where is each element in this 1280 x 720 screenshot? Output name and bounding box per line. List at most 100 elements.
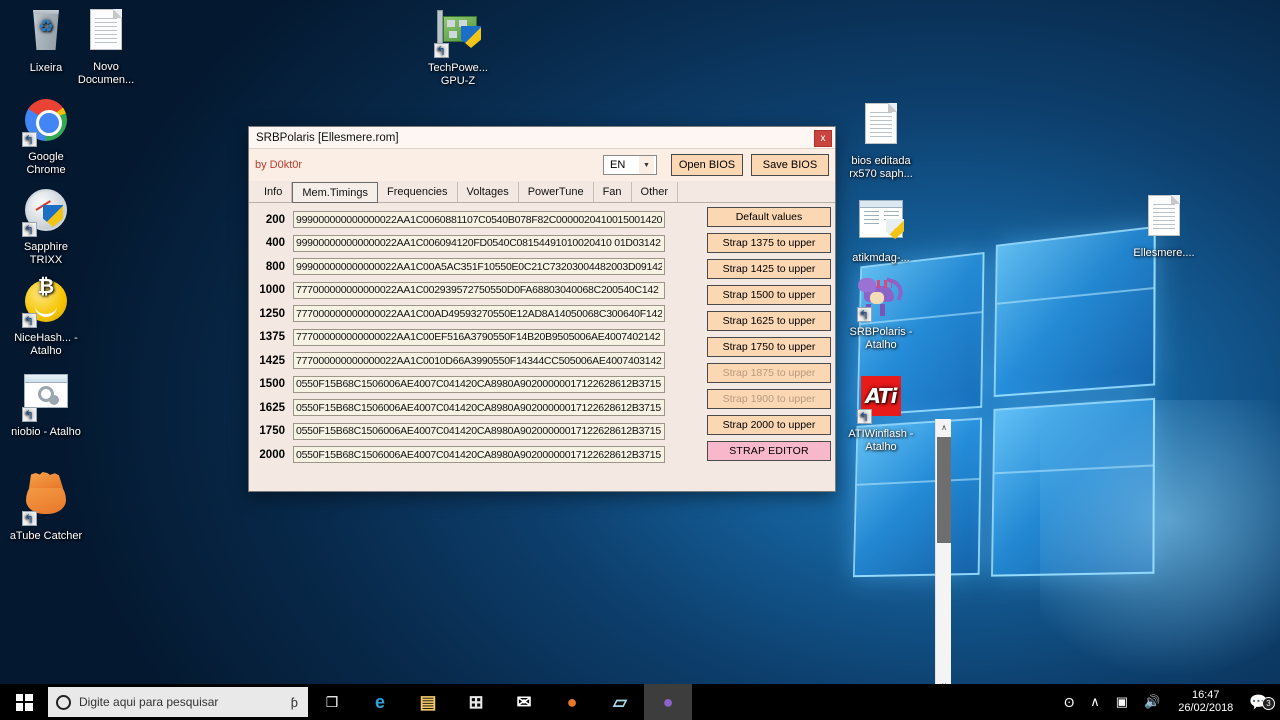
timing-frequency-label: 200 — [265, 213, 285, 226]
scrollbar-thumb[interactable] — [937, 437, 951, 543]
timings-list-wrapper: 200 400 800 1000 1250 1375 1425 1500 1625 1750 200… — [249, 203, 951, 693]
desktop-icon-label: Novo Documen... — [77, 61, 135, 86]
tab-mem-timings[interactable]: Mem.Timings — [292, 182, 378, 203]
timing-strap-input[interactable] — [293, 258, 665, 276]
desktop-icon-ellesmere-rom[interactable]: Ellesmere.... — [1126, 192, 1202, 260]
timing-frequency-label: 400 — [265, 237, 285, 250]
strap-button-strap-1625-to-upper[interactable]: Strap 1625 to upper — [707, 311, 831, 331]
timing-frequency-label: 800 — [265, 260, 285, 273]
desktop-icon-atikmdag[interactable]: atikmdag-... — [843, 195, 919, 265]
tab-powertune[interactable]: PowerTune — [519, 182, 594, 202]
strap-button-strap-1500-to-upper[interactable]: Strap 1500 to upper — [707, 285, 831, 305]
strap-button-strap-1375-to-upper[interactable]: Strap 1375 to upper — [707, 233, 831, 253]
taskbar-mail[interactable]: ✉ — [500, 684, 548, 720]
desktop-icon-atiwinflash[interactable]: ATi ATIWinflash - Atalho — [843, 372, 919, 454]
taskbar-store-icon: ⊞ — [468, 691, 484, 712]
network-icon[interactable]: ▣ — [1108, 694, 1136, 710]
strap-button-strap-1425-to-upper[interactable]: Strap 1425 to upper — [707, 259, 831, 279]
google-chrome-icon — [22, 99, 70, 147]
timing-strap-input[interactable] — [293, 375, 665, 393]
desktop[interactable]: LixeiraNovo Documen...Google ChromeSapph… — [0, 0, 1280, 720]
microphone-icon[interactable]: ƥ — [291, 695, 298, 710]
desktop-icon-techpowerup-gpuz[interactable]: TechPowe... GPU-Z — [420, 6, 496, 88]
taskbar-srbpolaris[interactable]: ● — [644, 684, 692, 720]
desktop-icon-new-document[interactable]: Novo Documen... — [68, 6, 144, 87]
tab-other[interactable]: Other — [632, 182, 679, 202]
language-select[interactable]: EN ▼ — [603, 155, 657, 175]
timing-frequency-label: 1425 — [259, 354, 285, 367]
strap-button-panel: Default values Strap 1375 to upper Strap 1… — [699, 203, 831, 491]
taskbar-store[interactable]: ⊞ — [452, 684, 500, 720]
srbpolaris-window[interactable]: SRBPolaris [Ellesmere.rom] x by D0kt0r E… — [248, 126, 951, 693]
timing-strap-input[interactable] — [293, 422, 665, 440]
desktop-icon-bios-editada[interactable]: bios editada rx570 saph... — [843, 100, 919, 181]
strap-button-strap-2000-to-upper[interactable]: Strap 2000 to upper — [707, 415, 831, 435]
timings-scrollbar[interactable]: ∧ ∨ — [935, 419, 951, 693]
desktop-icon-label: bios editada rx570 saph... — [849, 155, 913, 180]
window-title-bar[interactable]: SRBPolaris [Ellesmere.rom] x — [249, 127, 835, 149]
taskbar-atube-icon: ● — [566, 691, 578, 712]
strap-button-default-values[interactable]: Default values — [707, 207, 831, 227]
clock[interactable]: 16:47 26/02/2018 — [1168, 689, 1243, 715]
timing-strap-input[interactable] — [293, 305, 665, 323]
close-icon[interactable]: x — [814, 130, 832, 147]
author-byline: by D0kt0r — [255, 159, 303, 171]
scroll-up-button[interactable]: ∧ — [936, 419, 952, 435]
desktop-icon-srbpolaris[interactable]: SRBPolaris - Atalho — [843, 272, 919, 352]
notification-center-button[interactable]: 💬 3 — [1243, 693, 1280, 712]
taskbar-explorer-icon: ▤ — [419, 691, 437, 712]
desktop-icon-label: NiceHash... - Atalho — [14, 332, 78, 357]
taskbar: Digite aqui para pesquisar ƥ ❐ e ▤ ⊞ ✉ ● ▱ ● ʘ… — [0, 684, 1280, 720]
strap-button-strap-1750-to-upper[interactable]: Strap 1750 to upper — [707, 337, 831, 357]
start-button[interactable] — [0, 684, 48, 720]
atikmdag-icon — [857, 200, 905, 248]
strap-button-strap-1900-to-upper: Strap 1900 to upper — [707, 389, 831, 409]
shortcut-overlay-icon — [22, 132, 37, 147]
taskbar-items: e ▤ ⊞ ✉ ● ▱ ● — [356, 684, 692, 720]
timing-strap-input[interactable] — [293, 328, 665, 346]
tab-frequencies[interactable]: Frequencies — [378, 182, 458, 202]
timing-frequency-label: 1000 — [259, 284, 285, 297]
clock-date: 26/02/2018 — [1178, 702, 1234, 714]
volume-icon[interactable]: 🔊 — [1136, 694, 1168, 710]
nicehash-icon — [22, 280, 70, 328]
desktop-icon-nicehash[interactable]: NiceHash... - Atalho — [8, 277, 84, 358]
desktop-icon-google-chrome[interactable]: Google Chrome — [8, 96, 84, 177]
taskbar-notepad[interactable]: ▱ — [596, 684, 644, 720]
window-title: SRBPolaris [Ellesmere.rom] — [256, 131, 399, 144]
timing-strap-input[interactable] — [293, 211, 665, 229]
people-icon[interactable]: ʘ — [1056, 695, 1082, 710]
search-input[interactable]: Digite aqui para pesquisar ƥ — [48, 687, 308, 717]
tab-info[interactable]: Info — [255, 182, 293, 202]
tab-voltages[interactable]: Voltages — [458, 182, 519, 202]
notification-badge: 3 — [1262, 696, 1275, 710]
timing-frequency-label: 1375 — [259, 331, 285, 344]
timing-frequency-label: 1500 — [259, 378, 285, 391]
timing-row: 1425 — [249, 349, 681, 373]
desktop-icon-atube-catcher[interactable]: aTube Catcher — [8, 472, 84, 543]
taskbar-explorer[interactable]: ▤ — [404, 684, 452, 720]
bios-editada-icon — [857, 103, 905, 151]
strap-editor-button[interactable]: STRAP EDITOR — [707, 441, 831, 461]
taskbar-edge[interactable]: e — [356, 684, 404, 720]
timing-strap-input[interactable] — [293, 281, 665, 299]
task-view-button[interactable]: ❐ — [308, 684, 356, 720]
desktop-icon-niobio[interactable]: niobio - Atalho — [8, 367, 84, 439]
save-bios-button[interactable]: Save BIOS — [751, 154, 829, 176]
timing-strap-input[interactable] — [293, 352, 665, 370]
tab-fan[interactable]: Fan — [594, 182, 632, 202]
timing-strap-input[interactable] — [293, 446, 665, 464]
desktop-icon-sapphire-trixx[interactable]: Sapphire TRIXX — [8, 186, 84, 267]
sapphire-trixx-icon — [22, 189, 70, 237]
chevron-up-icon[interactable]: ∧ — [1082, 694, 1108, 710]
desktop-icon-label: niobio - Atalho — [11, 426, 81, 438]
timing-row: 400 — [249, 232, 681, 256]
open-bios-button[interactable]: Open BIOS — [671, 154, 743, 176]
taskbar-srbpolaris-icon: ● — [662, 691, 674, 712]
timing-strap-input[interactable] — [293, 399, 665, 417]
timing-row: 1375 — [249, 326, 681, 350]
chevron-down-icon[interactable]: ▼ — [639, 156, 654, 174]
timing-strap-input[interactable] — [293, 234, 665, 252]
taskbar-atube[interactable]: ● — [548, 684, 596, 720]
timing-row: 1750 — [249, 420, 681, 444]
